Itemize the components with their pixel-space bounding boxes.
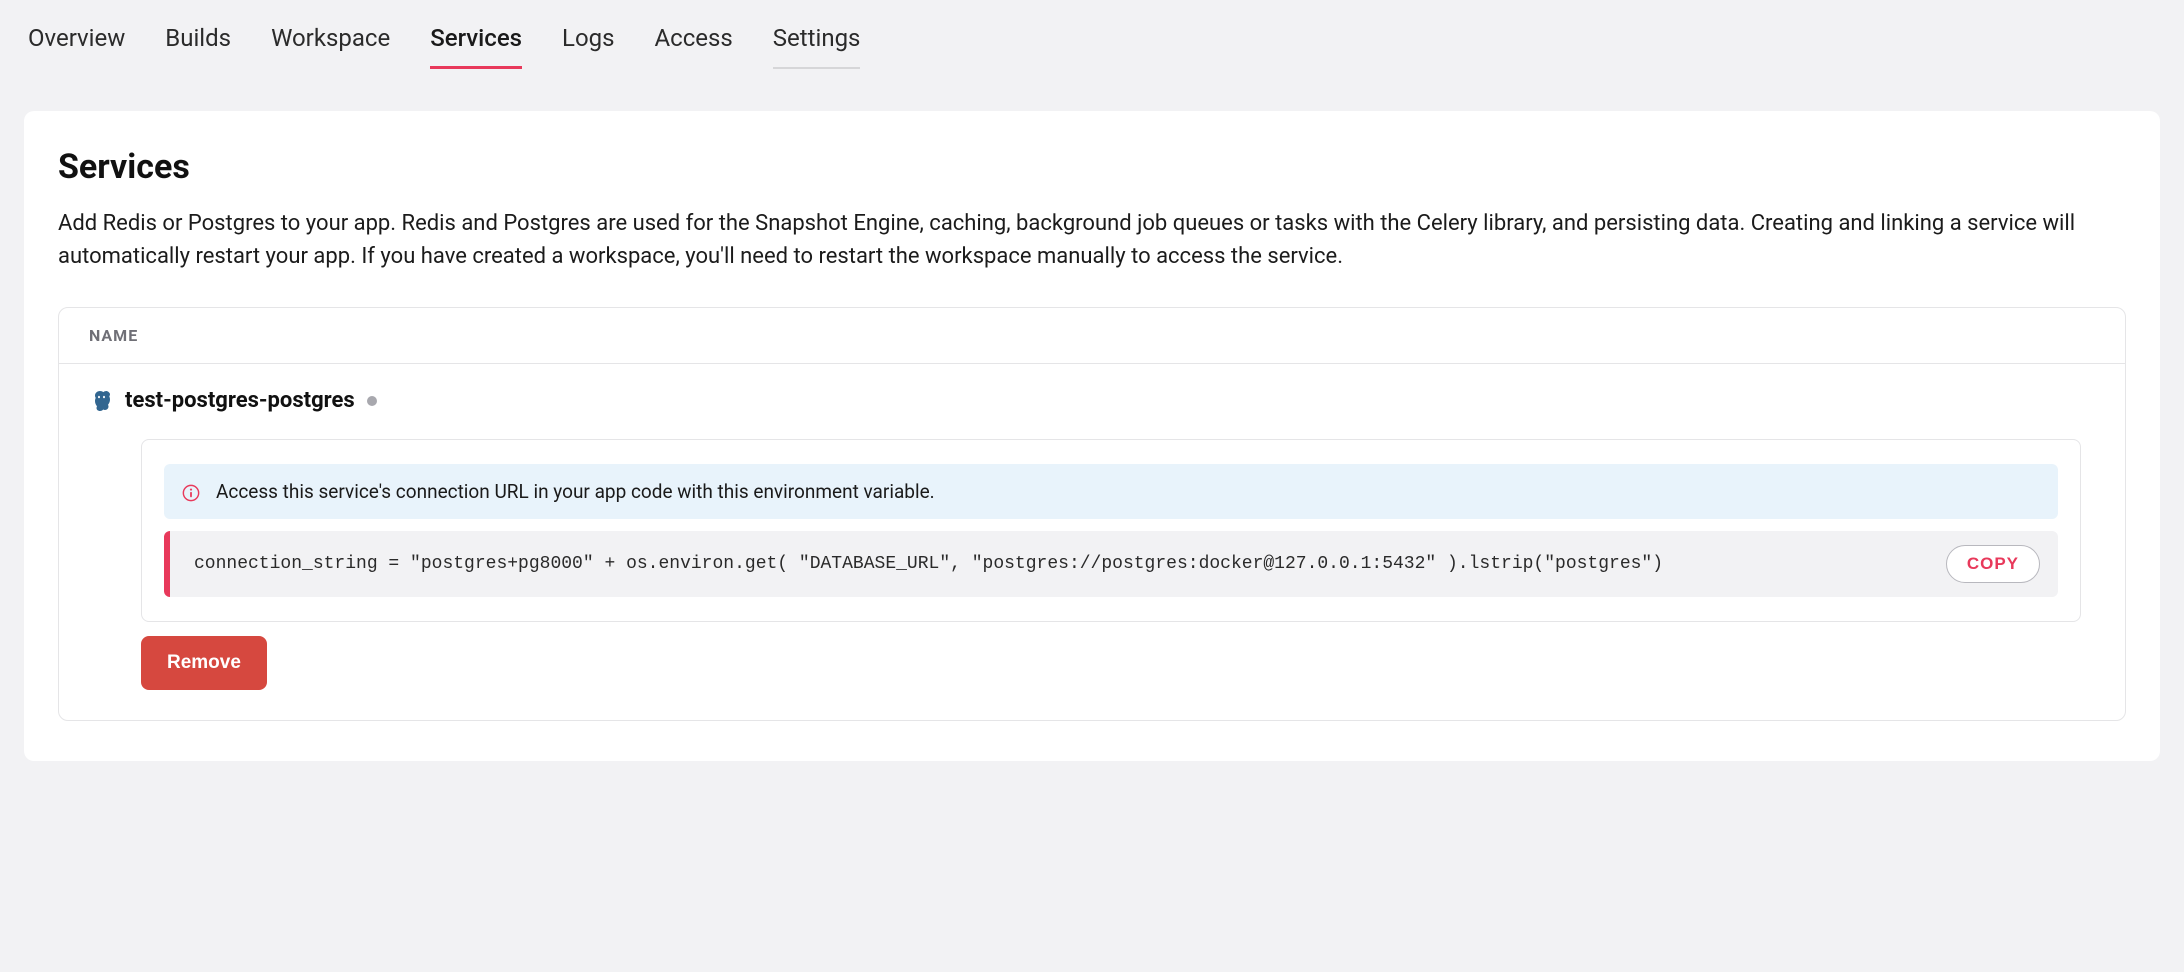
service-detail-box: Access this service's connection URL in … [141, 439, 2081, 622]
services-panel: Services Add Redis or Postgres to your a… [24, 111, 2160, 761]
status-indicator [367, 396, 377, 406]
tab-services[interactable]: Services [430, 24, 522, 69]
copy-button[interactable]: COPY [1946, 545, 2040, 583]
service-name: test-postgres-postgres [125, 388, 355, 413]
page-title: Services [58, 147, 2126, 187]
services-table: NAME test-postgres-postgres [58, 307, 2126, 721]
remove-button[interactable]: Remove [141, 636, 267, 690]
service-header[interactable]: test-postgres-postgres [89, 388, 2095, 413]
tab-logs[interactable]: Logs [562, 24, 614, 69]
connection-string: connection_string = "postgres+pg8000" + … [194, 554, 1663, 574]
tab-access[interactable]: Access [655, 24, 733, 69]
postgres-icon [89, 389, 113, 413]
table-row: test-postgres-postgres Access this servi… [59, 364, 2125, 720]
info-icon [182, 483, 200, 501]
connection-string-block: connection_string = "postgres+pg8000" + … [164, 531, 2058, 597]
tab-settings[interactable]: Settings [773, 24, 861, 69]
info-banner: Access this service's connection URL in … [164, 464, 2058, 519]
tab-bar: Overview Builds Workspace Services Logs … [0, 0, 2184, 69]
info-text: Access this service's connection URL in … [216, 480, 935, 503]
page-description: Add Redis or Postgres to your app. Redis… [58, 207, 2126, 273]
tab-overview[interactable]: Overview [28, 24, 125, 69]
table-header-name: NAME [59, 308, 2125, 364]
tab-workspace[interactable]: Workspace [271, 24, 390, 69]
tab-builds[interactable]: Builds [165, 24, 231, 69]
